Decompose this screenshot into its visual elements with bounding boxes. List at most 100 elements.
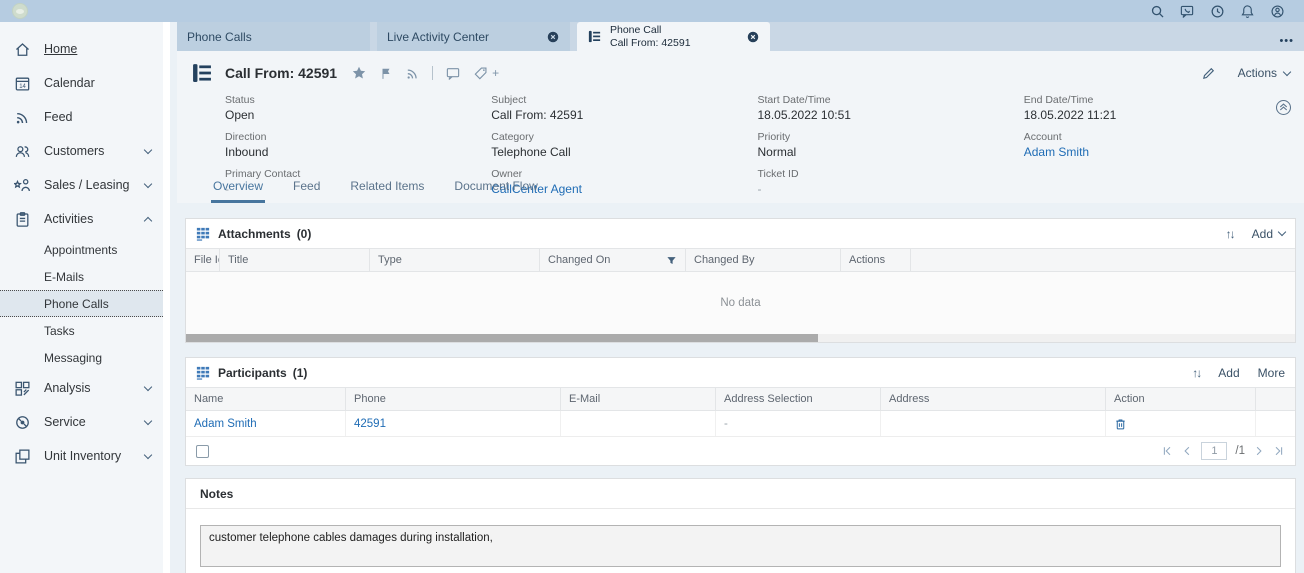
participants-add-button[interactable]: Add <box>1218 366 1239 380</box>
tab-feed[interactable]: Feed <box>291 175 322 203</box>
scrollbar-thumb[interactable] <box>186 334 818 342</box>
sidebar-item-service[interactable]: Service <box>0 405 163 439</box>
sort-icon[interactable]: ↑↓ <box>1226 227 1234 241</box>
attachments-add-button[interactable]: Add <box>1252 227 1285 241</box>
sidebar-item-activities[interactable]: Activities <box>0 202 163 236</box>
section-tabs: Overview Feed Related Items Document Flo… <box>191 175 1290 203</box>
field-direction: DirectionInbound <box>225 131 491 159</box>
sidebar-item-unit-inventory[interactable]: Unit Inventory <box>0 439 163 473</box>
field-priority: PriorityNormal <box>758 131 1024 159</box>
add-tag-button[interactable]: + <box>492 66 499 80</box>
column-phone[interactable]: Phone <box>346 388 561 410</box>
sidebar-item-messaging[interactable]: Messaging <box>0 344 163 371</box>
sidebar-item-tasks[interactable]: Tasks <box>0 317 163 344</box>
tab-phone-call-active[interactable]: Phone Call Call From: 42591 <box>577 22 770 51</box>
attachments-header-row: File Ic Title Type Changed On Changed By… <box>186 248 1295 272</box>
column-name[interactable]: Name <box>186 388 346 410</box>
activities-clipboard-icon <box>14 211 31 228</box>
app-logo[interactable] <box>12 3 28 19</box>
tab-related-items[interactable]: Related Items <box>348 175 426 203</box>
page-number-input[interactable] <box>1201 442 1227 460</box>
column-email[interactable]: E-Mail <box>561 388 716 410</box>
sidebar-item-appointments[interactable]: Appointments <box>0 236 163 263</box>
next-page-icon[interactable] <box>1253 445 1265 457</box>
collapse-header-icon[interactable] <box>1275 99 1292 116</box>
comment-bubble-icon[interactable] <box>445 66 461 81</box>
sidebar-item-feed[interactable]: Feed <box>0 100 163 134</box>
column-address-selection[interactable]: Address Selection <box>716 388 881 410</box>
notes-textarea[interactable]: customer telephone cables damages during… <box>200 525 1281 567</box>
participant-name-link[interactable]: Adam Smith <box>194 418 257 430</box>
column-file-icon[interactable]: File Ic <box>186 249 220 271</box>
history-clock-icon[interactable] <box>1202 0 1232 22</box>
participant-row: Adam Smith 42591 - <box>186 411 1295 437</box>
field-status: StatusOpen <box>225 94 491 122</box>
page-title: Call From: 42591 <box>225 65 337 81</box>
filter-icon[interactable] <box>666 255 677 266</box>
field-category: CategoryTelephone Call <box>491 131 757 159</box>
first-page-icon[interactable] <box>1161 445 1173 457</box>
chevron-down-icon <box>144 145 152 153</box>
unit-inventory-icon <box>14 448 31 465</box>
tab-overflow-button[interactable]: ••• <box>1269 33 1304 51</box>
search-icon[interactable] <box>1142 0 1172 22</box>
delete-trash-icon[interactable] <box>1114 417 1127 431</box>
participants-section: Participants (1) ↑↓ Add More Name Phone … <box>185 357 1296 466</box>
sidebar-item-customers[interactable]: Customers <box>0 134 163 168</box>
notes-section: Notes customer telephone cables damages … <box>185 478 1296 573</box>
participant-address-selection: - <box>716 411 881 436</box>
tab-overview[interactable]: Overview <box>211 175 265 203</box>
chevron-down-icon <box>144 179 152 187</box>
pagination: /1 <box>1161 442 1285 460</box>
account-person-icon[interactable] <box>1262 0 1292 22</box>
tab-document-flow[interactable]: Document Flow <box>452 175 539 203</box>
sidebar-item-analysis[interactable]: Analysis <box>0 371 163 405</box>
column-address[interactable]: Address <box>881 388 1106 410</box>
object-header: Call From: 42591 + Actions StatusOpen S <box>177 51 1304 203</box>
favorite-star-icon[interactable] <box>351 65 367 81</box>
tab-phone-calls[interactable]: Phone Calls <box>177 22 370 51</box>
call-chat-icon[interactable] <box>1172 0 1202 22</box>
column-actions[interactable]: Actions <box>841 249 911 271</box>
close-icon[interactable] <box>746 30 760 44</box>
notifications-bell-icon[interactable] <box>1232 0 1262 22</box>
select-all-checkbox[interactable] <box>196 445 209 458</box>
sidebar: Home 14 Calendar Feed Customers Sales / … <box>0 22 170 573</box>
phone-call-object-icon <box>191 62 213 84</box>
tag-icon[interactable] <box>473 66 488 81</box>
attachments-section: Attachments (0) ↑↓ Add File Ic Title Typ… <box>185 218 1296 343</box>
home-icon <box>14 41 31 58</box>
last-page-icon[interactable] <box>1273 445 1285 457</box>
column-type[interactable]: Type <box>370 249 540 271</box>
column-changed-on[interactable]: Changed On <box>540 249 686 271</box>
sidebar-item-calendar[interactable]: 14 Calendar <box>0 66 163 100</box>
sort-icon[interactable]: ↑↓ <box>1192 366 1200 380</box>
participants-footer: /1 <box>186 437 1295 465</box>
actions-button[interactable]: Actions <box>1238 66 1290 80</box>
column-filler <box>911 249 1295 271</box>
sidebar-item-sales-leasing[interactable]: Sales / Leasing <box>0 168 163 202</box>
sidebar-item-home[interactable]: Home <box>0 32 163 66</box>
column-action[interactable]: Action <box>1106 388 1256 410</box>
svg-text:14: 14 <box>19 83 26 89</box>
edit-pencil-icon[interactable] <box>1201 66 1216 81</box>
horizontal-scrollbar[interactable] <box>186 334 1295 342</box>
column-changed-by[interactable]: Changed By <box>686 249 841 271</box>
previous-page-icon[interactable] <box>1181 445 1193 457</box>
field-account: AccountAdam Smith <box>1024 131 1290 159</box>
column-title[interactable]: Title <box>220 249 370 271</box>
field-subject: SubjectCall From: 42591 <box>491 94 757 122</box>
tab-live-activity-center[interactable]: Live Activity Center <box>377 22 570 51</box>
participants-count: (1) <box>293 366 308 380</box>
sidebar-item-phone-calls[interactable]: Phone Calls <box>0 290 163 317</box>
close-icon[interactable] <box>546 30 560 44</box>
chevron-down-icon <box>144 450 152 458</box>
attachments-empty-state: No data <box>186 272 1295 334</box>
participants-more-button[interactable]: More <box>1258 366 1285 380</box>
flag-icon[interactable] <box>379 66 393 81</box>
participant-phone-link[interactable]: 42591 <box>354 418 386 430</box>
sidebar-item-emails[interactable]: E-Mails <box>0 263 163 290</box>
account-link[interactable]: Adam Smith <box>1024 145 1270 159</box>
follow-feed-icon[interactable] <box>405 66 420 81</box>
chevron-down-icon <box>144 416 152 424</box>
